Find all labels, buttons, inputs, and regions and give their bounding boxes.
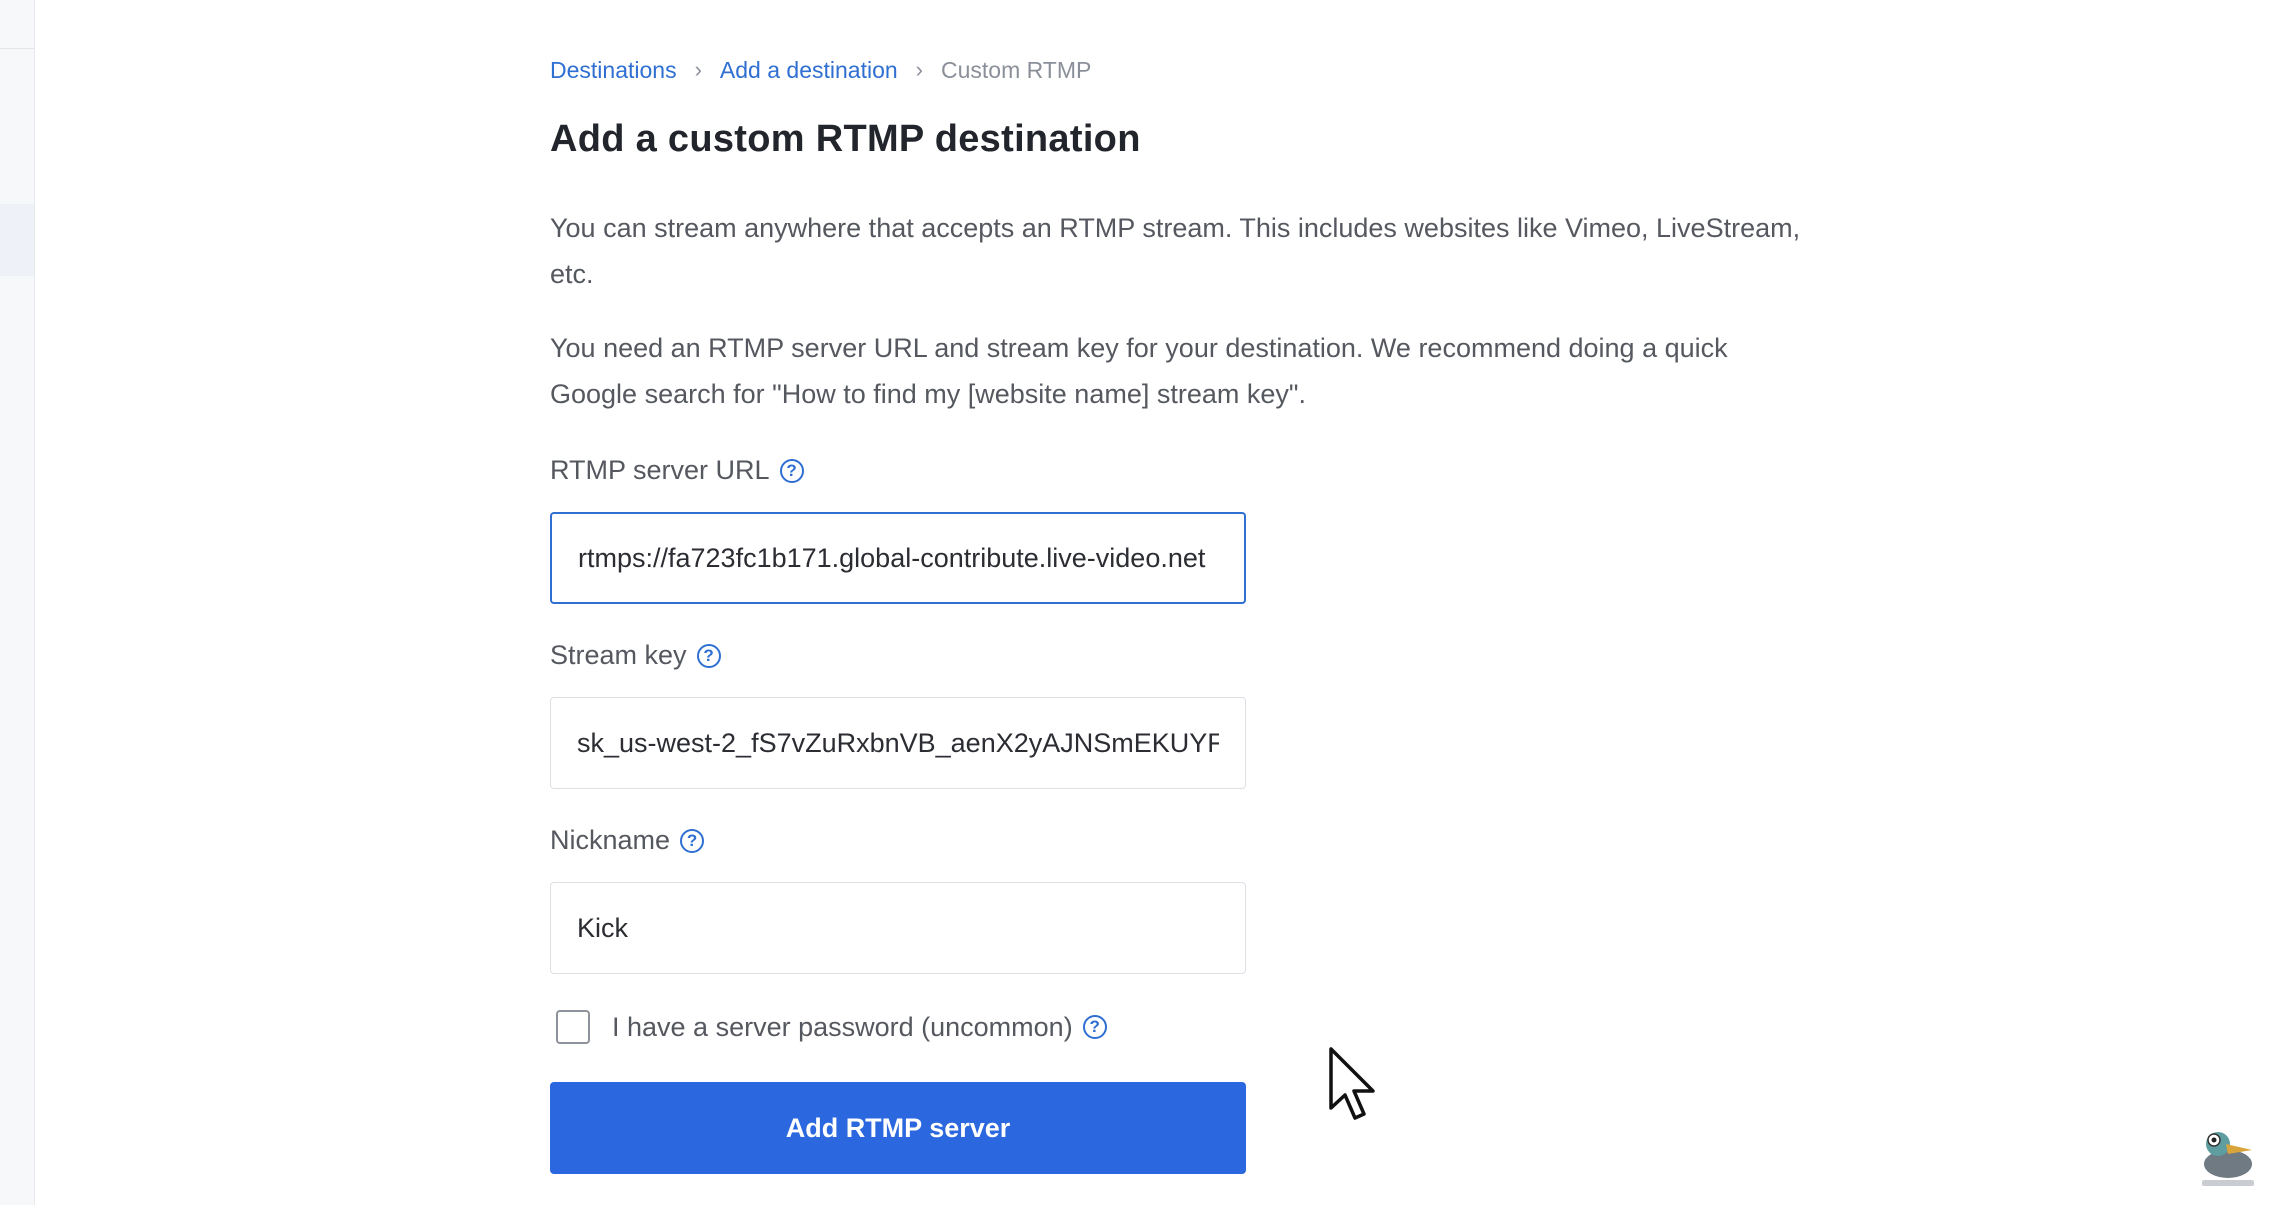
page-title: Add a custom RTMP destination	[550, 118, 1141, 160]
sidebar	[0, 0, 35, 1205]
sidebar-active-item[interactable]	[0, 204, 34, 276]
question-circle-icon[interactable]: ?	[1082, 1015, 1107, 1039]
question-circle-icon[interactable]: ?	[680, 828, 705, 853]
server-url-field: RTMP server URL ?	[550, 455, 1850, 604]
nickname-input[interactable]	[550, 882, 1246, 974]
stream-key-field: Stream key ?	[550, 640, 1850, 789]
main-content: Destinations › Add a destination › Custo…	[550, 52, 1850, 1174]
question-circle-icon[interactable]: ?	[779, 458, 804, 483]
breadcrumb-add-destination-link[interactable]: Add a destination	[720, 57, 898, 84]
server-url-input[interactable]	[550, 512, 1246, 604]
breadcrumb-current: Custom RTMP	[940, 56, 1092, 83]
breadcrumb-destinations-link[interactable]: Destinations	[550, 57, 677, 84]
server-url-label: RTMP server URL ?	[550, 455, 1850, 486]
description-paragraph-2: You need an RTMP server URL and stream k…	[550, 333, 1728, 409]
stream-key-label-text: Stream key	[550, 640, 687, 670]
question-circle-icon[interactable]: ?	[696, 643, 721, 668]
breadcrumb: Destinations › Add a destination › Custo…	[550, 52, 1850, 88]
server-password-checkbox[interactable]	[556, 1010, 590, 1044]
server-password-label[interactable]: I have a server password (uncommon)	[612, 1012, 1073, 1043]
breadcrumb-separator: ›	[915, 57, 923, 82]
duck-logo-icon	[2202, 1132, 2254, 1186]
nickname-label: Nickname ?	[550, 825, 1850, 856]
nickname-field: Nickname ?	[550, 825, 1850, 974]
nickname-label-text: Nickname	[550, 825, 671, 855]
server-url-label-text: RTMP server URL	[550, 455, 770, 485]
page: Destinations › Add a destination › Custo…	[0, 0, 2272, 1218]
stream-key-input[interactable]	[550, 697, 1246, 789]
mouse-pointer-icon	[1329, 1047, 1375, 1120]
stream-key-label: Stream key ?	[550, 640, 1850, 671]
description-paragraph-1: You can stream anywhere that accepts an …	[550, 213, 1801, 289]
bottom-strip	[0, 1205, 2272, 1218]
server-password-option: I have a server password (uncommon) ?	[550, 1010, 1850, 1044]
add-rtmp-server-button[interactable]: Add RTMP server	[550, 1082, 1246, 1174]
sidebar-divider	[0, 48, 34, 49]
breadcrumb-separator: ›	[694, 57, 702, 82]
